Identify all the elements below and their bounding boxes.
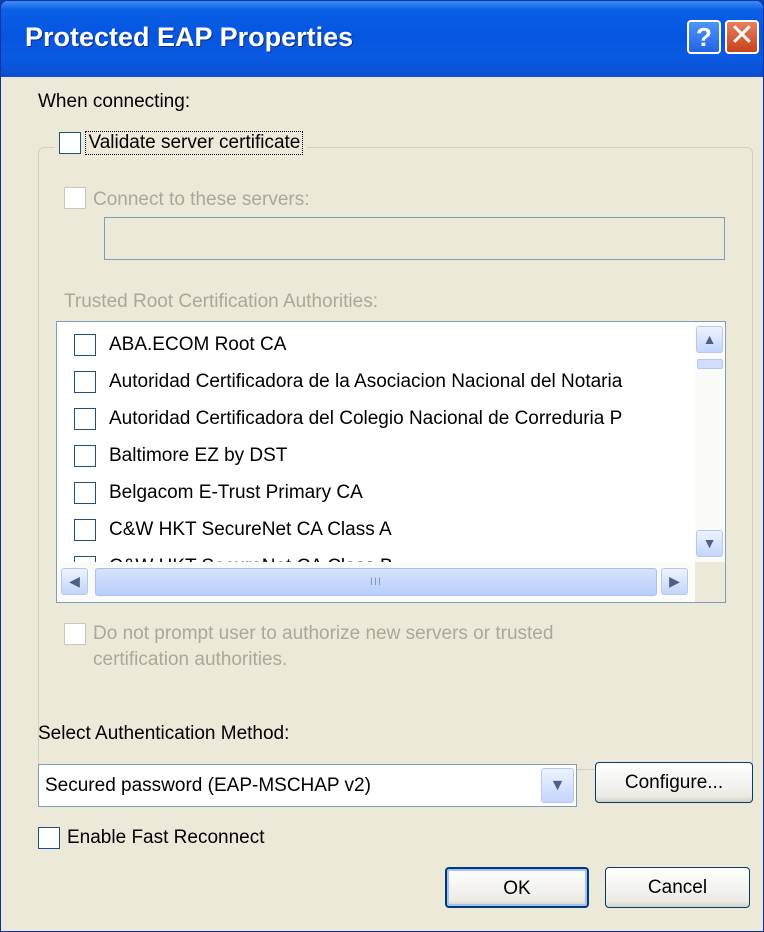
horizontal-scroll-thumb[interactable]: III	[95, 568, 657, 596]
dialog-body: When connecting: Validate server certifi…	[1, 77, 763, 931]
cancel-button[interactable]: Cancel	[605, 867, 750, 908]
fast-reconnect-label[interactable]: Enable Fast Reconnect	[67, 827, 265, 849]
vertical-scroll-thumb[interactable]	[697, 359, 723, 369]
list-item-label: Autoridad Certificadora del Colegio Naci…	[109, 408, 623, 429]
when-connecting-label: When connecting:	[38, 91, 191, 112]
window-title: Protected EAP Properties	[25, 22, 354, 52]
title-bar[interactable]: Protected EAP Properties ? ✕	[1, 1, 763, 77]
scroll-up-icon[interactable]: ▲	[696, 326, 723, 353]
scroll-left-icon[interactable]: ◀	[61, 568, 88, 595]
list-item[interactable]: Autoridad Certificadora del Colegio Naci…	[57, 401, 693, 438]
auth-method-select[interactable]: Secured password (EAP-MSCHAP v2) ▼	[38, 764, 577, 807]
no-prompt-label-line2: certification authorities.	[93, 649, 288, 670]
list-item-checkbox[interactable]	[74, 519, 96, 541]
fast-reconnect-checkbox[interactable]	[38, 827, 60, 849]
list-item-checkbox[interactable]	[74, 334, 96, 356]
trusted-root-list[interactable]: ABA.ECOM Root CA Autoridad Certificadora…	[56, 321, 726, 603]
no-prompt-label-line1: Do not prompt user to authorize new serv…	[93, 623, 554, 644]
list-item[interactable]: C&W HKT SecureNet CA Class A	[57, 512, 693, 549]
trusted-root-label: Trusted Root Certification Authorities:	[64, 291, 378, 312]
list-item[interactable]: Autoridad Certificadora de la Asociacion…	[57, 364, 693, 401]
no-prompt-checkbox[interactable]	[64, 623, 86, 645]
list-item-checkbox[interactable]	[74, 445, 96, 467]
horizontal-scrollbar[interactable]: ◀ III ▶	[57, 562, 725, 602]
list-item-checkbox[interactable]	[74, 408, 96, 430]
validate-cert-legend: Validate server certificate	[55, 131, 308, 165]
list-item-label: C&W HKT SecureNet CA Class A	[109, 519, 392, 540]
validate-cert-label[interactable]: Validate server certificate	[85, 131, 304, 155]
list-item[interactable]: Belgacom E-Trust Primary CA	[57, 475, 693, 512]
scroll-down-icon[interactable]: ▼	[696, 530, 723, 557]
auth-method-value: Secured password (EAP-MSCHAP v2)	[45, 775, 371, 796]
list-item[interactable]: Baltimore EZ by DST	[57, 438, 693, 475]
list-item-label: ABA.ECOM Root CA	[109, 334, 287, 355]
list-item-label: Autoridad Certificadora de la Asociacion…	[109, 371, 623, 392]
dialog-window: Protected EAP Properties ? ✕ When connec…	[0, 0, 764, 932]
vertical-scrollbar[interactable]: ▲ ▼	[695, 322, 725, 562]
scroll-right-icon[interactable]: ▶	[661, 568, 688, 595]
servers-input[interactable]	[104, 217, 725, 260]
list-item-label: Belgacom E-Trust Primary CA	[109, 482, 363, 503]
list-item-checkbox[interactable]	[74, 482, 96, 504]
list-item[interactable]: ABA.ECOM Root CA	[57, 327, 693, 364]
connect-servers-checkbox[interactable]	[64, 187, 86, 209]
scrollbar-corner	[695, 562, 725, 602]
configure-button[interactable]: Configure...	[595, 762, 753, 803]
connect-servers-label: Connect to these servers:	[93, 189, 310, 210]
auth-method-label: Select Authentication Method:	[38, 723, 290, 744]
chevron-down-icon[interactable]: ▼	[541, 768, 574, 803]
validate-cert-checkbox[interactable]	[59, 132, 81, 154]
list-item-label: Baltimore EZ by DST	[109, 445, 288, 466]
close-button[interactable]: ✕	[725, 20, 759, 54]
ok-button[interactable]: OK	[445, 867, 589, 908]
list-item-checkbox[interactable]	[74, 371, 96, 393]
help-button[interactable]: ?	[687, 20, 721, 54]
